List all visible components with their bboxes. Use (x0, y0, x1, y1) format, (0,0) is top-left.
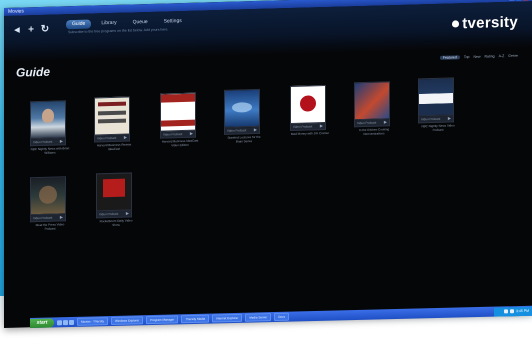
tab-queue[interactable]: Queue (127, 18, 154, 28)
tab-guide[interactable]: Guide (66, 19, 92, 30)
back-icon[interactable]: ◂ (12, 25, 22, 36)
tile-bar-label: Video Podcast (97, 135, 117, 141)
subnav-az[interactable]: A-Z (499, 54, 505, 58)
program-tile[interactable]: Video Podcast ▶ NBC Nightly News with Br… (30, 100, 69, 155)
tile-bar: Video Podcast ▶ (94, 134, 130, 143)
subnav-genre[interactable]: Genre (508, 54, 518, 58)
subnav-rating[interactable]: Rating (485, 54, 495, 58)
program-tile[interactable]: Video Podcast ▶ NBC Nightly News Video P… (418, 77, 455, 132)
tile-bar: Video Podcast ▶ (224, 126, 260, 135)
program-tile[interactable]: Video Podcast ▶ Meet the Press Video Pod… (30, 176, 66, 231)
program-caption: Mad Money with Jim Cramer (290, 130, 330, 136)
taskbar-button[interactable]: Movies - TVersity (77, 317, 108, 326)
tile-bar: Video Podcast ▶ (30, 214, 66, 223)
play-icon[interactable]: ▶ (320, 123, 323, 129)
program-tile[interactable]: Video Podcast ▶ Harvard Business Review … (94, 96, 131, 151)
play-icon[interactable]: ▶ (60, 214, 63, 220)
guide-subnav: Featured Top New Rating A-Z Genre (439, 54, 518, 60)
tile-bar: Video Podcast ▶ (160, 130, 196, 139)
program-caption: Harvard Business Review IdeaCast (96, 142, 132, 151)
tray-volume-icon[interactable] (509, 309, 514, 314)
subnav-featured[interactable]: Featured (439, 55, 460, 60)
program-thumbnail[interactable] (94, 96, 130, 136)
tile-bar-label: Video Podcast (227, 128, 247, 133)
brand-name: tversity (462, 13, 518, 33)
tile-bar-label: Video Podcast (99, 211, 119, 217)
program-tile[interactable]: Video Podcast ▶ Rocketboom Daily Video S… (96, 172, 132, 227)
page-title: Guide (16, 64, 51, 80)
play-icon[interactable]: ▶ (254, 127, 257, 133)
program-caption: In the Kitchen Cooking Demonstrations (358, 127, 390, 136)
program-thumbnail[interactable] (290, 85, 326, 125)
program-caption: Harvard Business IdeaCast Video Edition (161, 138, 199, 147)
taskbar-button[interactable]: Program Manager (146, 315, 179, 325)
program-thumbnail[interactable] (354, 81, 390, 121)
program-thumbnail[interactable] (30, 176, 66, 216)
tile-bar-label: Video Podcast (357, 120, 377, 126)
program-caption: Rocketboom Daily Video Show (99, 218, 133, 227)
play-icon[interactable]: ▶ (126, 211, 129, 217)
program-caption: NBC Nightly News with Brian Williams (30, 146, 70, 155)
taskbar-button[interactable]: Media Server (245, 313, 272, 322)
tile-bar: Video Podcast ▶ (354, 119, 390, 128)
tile-bar-label: Video Podcast (33, 139, 53, 145)
program-caption: Stanford Lectures for the Brain Series (227, 134, 261, 144)
tab-settings[interactable]: Settings (158, 17, 188, 27)
subnav-new[interactable]: New (473, 55, 480, 59)
program-tile[interactable]: Video Podcast ▶ Stanford Lectures for th… (224, 88, 261, 144)
nav-icon-group: ◂ + ↻ (12, 24, 50, 36)
tray-network-icon[interactable] (503, 309, 508, 314)
quicklaunch-desktop-icon[interactable] (63, 319, 68, 325)
tile-bar-label: Video Podcast (293, 124, 313, 129)
system-tray: 3:45 PM (494, 306, 532, 317)
start-button[interactable]: start (30, 317, 54, 328)
taskbar-button[interactable]: Windows Explorer (110, 316, 144, 326)
program-thumbnail[interactable] (30, 100, 66, 140)
tile-bar: Video Podcast ▶ (30, 138, 66, 147)
play-icon[interactable]: ▶ (190, 131, 193, 137)
tile-bar: Video Podcast ▶ (96, 210, 132, 219)
play-icon[interactable]: ▶ (384, 119, 387, 125)
quicklaunch-ie-icon[interactable] (57, 319, 62, 325)
main-tabs: Guide Library Queue Settings (66, 17, 188, 30)
refresh-icon[interactable]: ↻ (40, 24, 50, 35)
add-icon[interactable]: + (26, 24, 36, 35)
program-thumbnail[interactable] (418, 77, 454, 117)
program-thumbnail[interactable] (224, 88, 260, 128)
program-tile[interactable]: Video Podcast ▶ Harvard Business IdeaCas… (160, 92, 198, 148)
tile-bar: Video Podcast ▶ (290, 123, 326, 132)
program-thumbnail[interactable] (96, 172, 132, 212)
tversity-logo-icon (452, 20, 460, 28)
tab-library[interactable]: Library (95, 19, 122, 29)
program-thumbnail[interactable] (160, 92, 196, 132)
play-icon[interactable]: ▶ (60, 138, 63, 144)
program-tile[interactable]: Video Podcast ▶ In the Kitchen Cooking D… (354, 81, 390, 136)
tile-bar: Video Podcast ▶ (418, 115, 454, 124)
tray-clock: 3:45 PM (515, 308, 529, 314)
taskbar-button[interactable]: Docs (274, 312, 290, 322)
play-icon[interactable]: ▶ (448, 116, 451, 122)
tile-bar-label: Video Podcast (421, 116, 441, 122)
play-icon[interactable]: ▶ (124, 135, 127, 141)
program-caption: NBC Nightly News Video Podcast (421, 123, 455, 132)
tversity-window: Movies _ □ × ◂ + ↻ Guide Library Queue S… (4, 0, 532, 329)
tile-bar-label: Video Podcast (33, 215, 53, 221)
subnav-top[interactable]: Top (464, 55, 470, 59)
taskbar-button[interactable]: TVersity Media (181, 314, 210, 324)
program-tile[interactable]: Video Podcast ▶ Mad Money with Jim Crame… (290, 85, 329, 137)
quick-launch (57, 319, 74, 325)
program-caption: Meet the Press Video Podcast (35, 222, 65, 231)
tile-bar-label: Video Podcast (163, 132, 183, 137)
taskbar-button[interactable]: Internet Explorer (212, 313, 243, 323)
quicklaunch-media-icon[interactable] (69, 319, 74, 325)
tversity-logo: tversity (452, 14, 518, 33)
